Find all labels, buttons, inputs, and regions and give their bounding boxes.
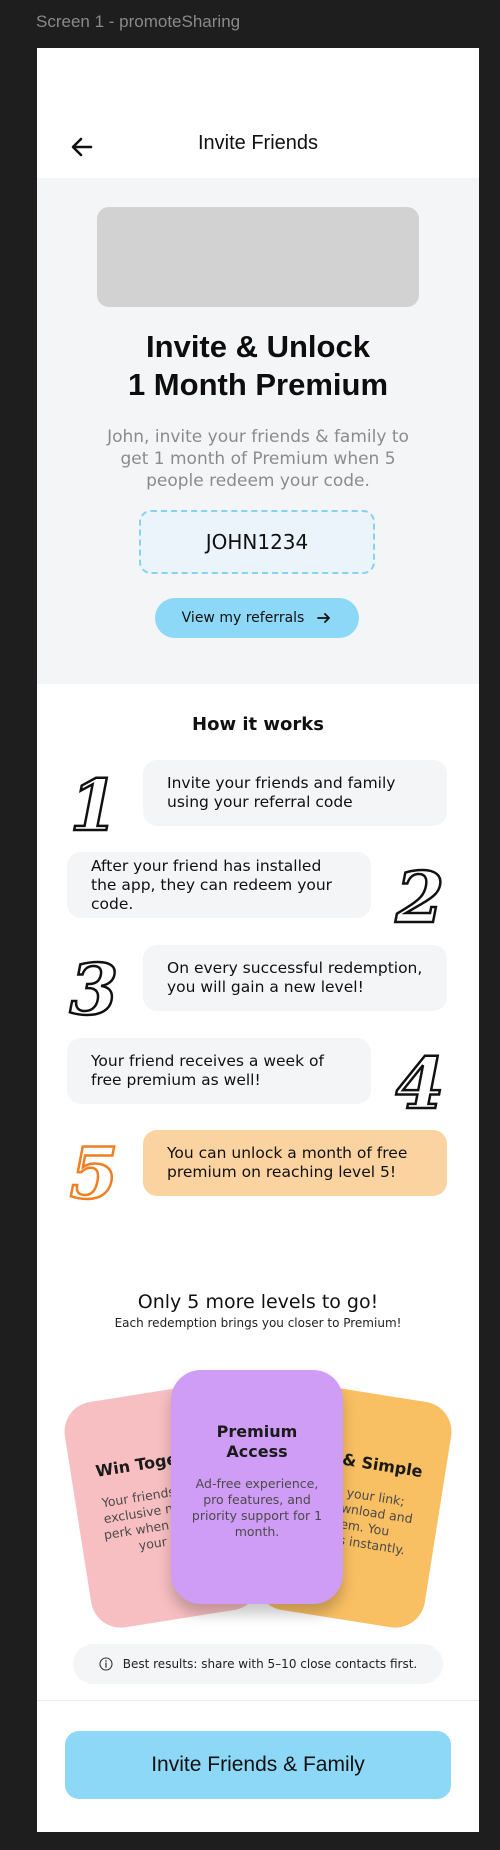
hero-title: Invite & Unlock 1 Month Premium	[37, 328, 479, 404]
step-number-2: 2	[393, 856, 445, 934]
perk-card-title: Premium Access	[216, 1422, 298, 1461]
app-header: Invite Friends	[37, 48, 479, 178]
phone-screen: Invite Friends Invite & Unlock 1 Month P…	[37, 48, 479, 1832]
referral-code-box[interactable]: JOHN1234	[139, 510, 375, 574]
step-text-2: After your friend has installed the app,…	[91, 856, 333, 913]
step-number-4: 4	[394, 1042, 445, 1120]
step-number-3-text: 3	[70, 948, 119, 1026]
step-text-4: Your friend receives a week of free prem…	[91, 1052, 324, 1089]
step-text-1: Invite your friends and family using you…	[167, 774, 396, 811]
perk-card-premium-access: Premium Access Ad-free experience, pro f…	[171, 1370, 343, 1604]
how-it-works-title: How it works	[192, 714, 324, 735]
step-card-3: On every successful redemption, you will…	[143, 945, 447, 1011]
levels-remaining-title: Only 5 more levels to go!	[137, 1291, 379, 1313]
hero-section: Invite & Unlock 1 Month Premium John, in…	[37, 178, 479, 684]
hero-image-placeholder	[97, 207, 419, 307]
step-card-2: After your friend has installed the app,…	[67, 852, 371, 918]
step-card-4: Your friend receives a week of free prem…	[67, 1038, 371, 1104]
page-title: Invite Friends	[197, 132, 319, 154]
hero-title-line-1: Invite & Unlock	[146, 329, 370, 364]
hero-title-line-2: 1 Month Premium	[127, 367, 389, 402]
info-icon	[99, 1657, 113, 1671]
step-card-1: Invite your friends and family using you…	[143, 760, 447, 826]
perk-cards: Win Together Your friends get an exclusi…	[37, 1338, 479, 1638]
hero-description: John, invite your friends & family to ge…	[107, 427, 409, 491]
view-referrals-button[interactable]: View my referrals	[155, 598, 359, 638]
levels-remaining-subtitle: Each redemption brings you closer to Pre…	[114, 1316, 402, 1330]
invite-friends-button[interactable]: Invite Friends & Family	[65, 1731, 451, 1799]
divider	[37, 1700, 479, 1701]
step-number-5-text: 5	[70, 1132, 119, 1210]
step-number-3: 3	[68, 948, 119, 1026]
arrow-right-icon	[317, 613, 331, 623]
step-number-5: 5	[68, 1132, 119, 1210]
perk-card-description: Ad-free experience, pro features, and pr…	[191, 1476, 323, 1539]
step-number-1: 1	[68, 764, 119, 842]
frame-label: Screen 1 - promoteSharing	[36, 12, 241, 31]
tip-banner: Best results: share with 5–10 close cont…	[73, 1644, 443, 1684]
view-referrals-label: View my referrals	[181, 610, 305, 626]
step-card-5: You can unlock a month of free premium o…	[143, 1130, 447, 1196]
invite-friends-label: Invite Friends & Family	[151, 1753, 365, 1776]
tip-text: Best results: share with 5–10 close cont…	[122, 1657, 418, 1671]
step-number-4-text: 4	[396, 1042, 445, 1120]
step-number-2-text: 2	[395, 856, 445, 934]
step-text-5: You can unlock a month of free premium o…	[167, 1144, 408, 1181]
step-number-1-text: 1	[70, 764, 119, 842]
step-text-3: On every successful redemption, you will…	[167, 959, 423, 996]
referral-code: JOHN1234	[205, 530, 309, 554]
